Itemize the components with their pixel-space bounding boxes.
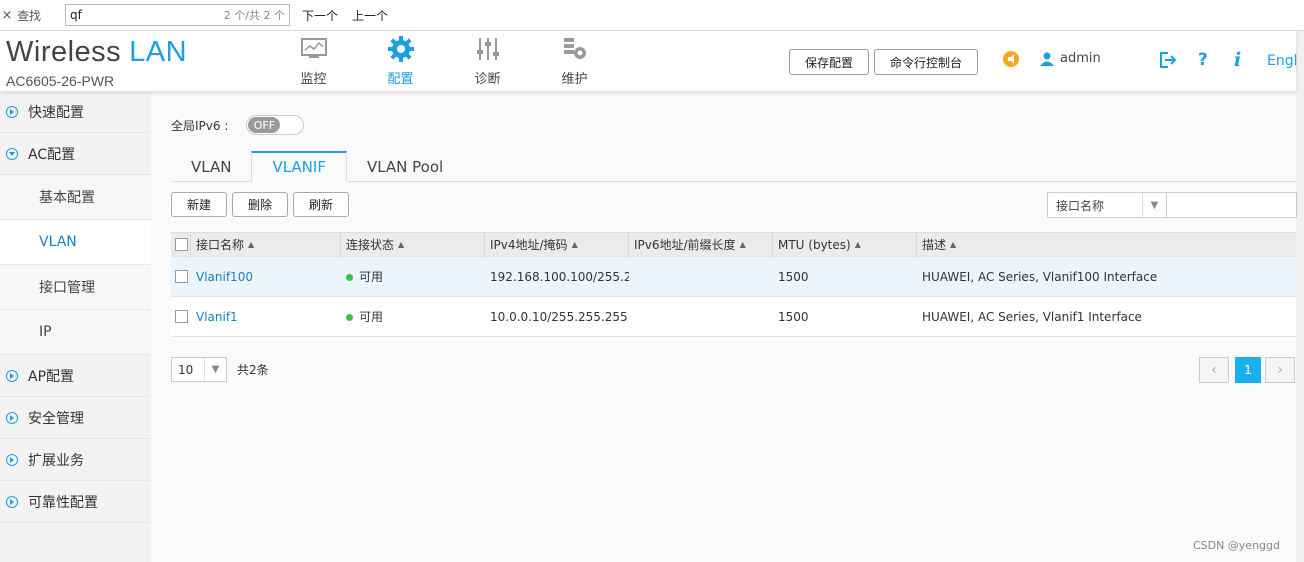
sidebar-item-reliability[interactable]: 可靠性配置 [0,481,151,523]
tab-vlanif[interactable]: VLANIF [251,151,347,182]
row-desc: HUAWEI, AC Series, Vlanif100 Interface [922,269,1158,284]
chevron-right-icon [6,105,18,118]
watermark: CSDN @yenggd [1192,539,1280,552]
sidebar-item-extended[interactable]: 扩展业务 [0,439,151,481]
nav-monitor[interactable]: 监控 [270,35,357,87]
chevron-right-icon [6,411,18,424]
tab-vlan-pool[interactable]: VLAN Pool [347,151,463,182]
col-name[interactable]: 接口名称 ▲ [191,232,341,257]
sidebar-item-security[interactable]: 安全管理 [0,397,151,439]
chevron-down-icon [6,147,18,160]
find-label: 查找 [17,8,42,23]
close-find-button[interactable]: × [0,8,14,23]
row-ipv4: 10.0.0.10/255.255.255.0 [490,309,629,324]
col-ipv6[interactable]: IPv6地址/前缀长度 ▲ [629,232,773,257]
row-name-link[interactable]: Vlanif1 [191,310,341,324]
chevron-down-icon: ▼ [204,358,226,381]
row-status: 可用 [341,268,485,285]
top-nav: 监控 配置 诊断 维护 [270,35,618,87]
sliders-icon [444,35,531,63]
row-checkbox[interactable] [171,270,191,283]
nav-maintain[interactable]: 维护 [531,35,618,87]
row-name-link[interactable]: Vlanif100 [191,270,341,284]
main-content: 全局IPv6 : OFF VLAN VLANIF VLAN Pool 新建 删除… [151,91,1297,562]
status-dot-icon [346,314,353,321]
col-desc[interactable]: 描述 ▲ [917,232,1296,257]
monitor-icon [270,35,357,63]
sidebar-sub-interface[interactable]: 接口管理 [0,265,151,310]
tools-icon [531,35,618,63]
help-icon[interactable]: ? [1198,50,1208,70]
chevron-down-icon: ▼ [1142,193,1166,217]
sidebar-item-ap-config[interactable]: AP配置 [0,355,151,397]
sidebar-item-ac-config[interactable]: AC配置 [0,133,151,175]
delete-button[interactable]: 删除 [232,192,288,217]
row-ipv4: 192.168.100.100/255.2... [490,269,629,284]
save-config-button[interactable]: 保存配置 [789,49,869,75]
brand-logo: Wireless LAN [6,36,188,68]
page-1-button[interactable]: 1 [1235,357,1261,383]
row-desc: HUAWEI, AC Series, Vlanif1 Interface [922,309,1142,324]
pagination: 10 ▼ 共2条 [171,357,269,382]
app-header: Wireless LAN AC6605-26-PWR 监控 配置 诊断 维护 保… [0,31,1298,91]
cli-console-button[interactable]: 命令行控制台 [874,49,978,75]
table-header: 接口名称 ▲ 连接状态 ▲ IPv4地址/掩码 ▲ IPv6地址/前缀长度 ▲ MTU … [171,232,1296,257]
user-menu[interactable]: admin [1040,51,1101,66]
table-row[interactable]: Vlanif100 可用 192.168.100.100/255.2... 15… [171,257,1296,297]
row-mtu: 1500 [778,269,809,284]
ipv6-label: 全局IPv6 : [171,118,229,133]
nav-diagnose[interactable]: 诊断 [444,35,531,87]
user-icon [1040,52,1054,66]
col-status[interactable]: 连接状态 ▲ [341,232,485,257]
ipv6-setting: 全局IPv6 : OFF [171,115,305,135]
sidebar: 快速配置 AC配置 基本配置 VLAN 接口管理 IP AP配置 安全管理 扩展… [0,91,151,562]
chevron-right-icon [6,453,18,466]
find-query: qf [70,8,82,22]
page-size-select[interactable]: 10 ▼ [171,357,227,382]
row-status: 可用 [341,308,485,325]
find-prev-button[interactable]: 上一个 [352,7,388,24]
sidebar-sub-basic[interactable]: 基本配置 [0,175,151,220]
find-bar: × 查找 qf 2 个/共 2 个 下一个 上一个 [0,0,1304,31]
find-input[interactable]: qf 2 个/共 2 个 [65,4,290,26]
ipv6-toggle[interactable]: OFF [246,115,305,135]
filter-field-select[interactable]: 接口名称 ▼ [1047,192,1167,218]
next-page-button[interactable]: › [1265,357,1295,383]
status-dot-icon [346,274,353,281]
row-mtu: 1500 [778,309,809,324]
table-row[interactable]: Vlanif1 可用 10.0.0.10/255.255.255.0 1500 … [171,297,1296,337]
row-checkbox[interactable] [171,310,191,323]
select-all-checkbox[interactable] [171,232,191,257]
logout-icon[interactable] [1159,51,1177,69]
find-next-button[interactable]: 下一个 [302,7,338,24]
prev-page-button[interactable]: ‹ [1199,357,1229,383]
device-model: AC6605-26-PWR [6,73,115,89]
vlanif-table: 接口名称 ▲ 连接状态 ▲ IPv4地址/掩码 ▲ IPv6地址/前缀长度 ▲ MTU … [171,232,1296,337]
alarm-icon[interactable] [1003,51,1019,67]
filter-input[interactable] [1167,192,1297,218]
col-mtu[interactable]: MTU (bytes) ▲ [773,232,917,257]
refresh-button[interactable]: 刷新 [293,192,349,217]
sidebar-sub-vlan[interactable]: VLAN [0,220,151,265]
sidebar-item-quick-config[interactable]: 快速配置 [0,91,151,133]
find-count: 2 个/共 2 个 [223,9,285,22]
sidebar-sub-ip[interactable]: IP [0,310,151,355]
tab-bar: VLAN VLANIF VLAN Pool [171,151,1296,182]
info-icon[interactable]: i [1234,49,1241,71]
total-count: 共2条 [237,363,269,377]
chevron-right-icon [6,495,18,508]
tab-vlan[interactable]: VLAN [171,151,251,182]
col-ipv4[interactable]: IPv4地址/掩码 ▲ [485,232,629,257]
gear-icon [357,35,444,63]
nav-config[interactable]: 配置 [357,35,444,87]
language-switch[interactable]: Engl [1267,53,1298,69]
filter-bar: 接口名称 ▼ [1047,192,1297,218]
chevron-right-icon [6,369,18,382]
page-scrollbar[interactable] [1296,31,1304,562]
new-button[interactable]: 新建 [171,192,227,217]
